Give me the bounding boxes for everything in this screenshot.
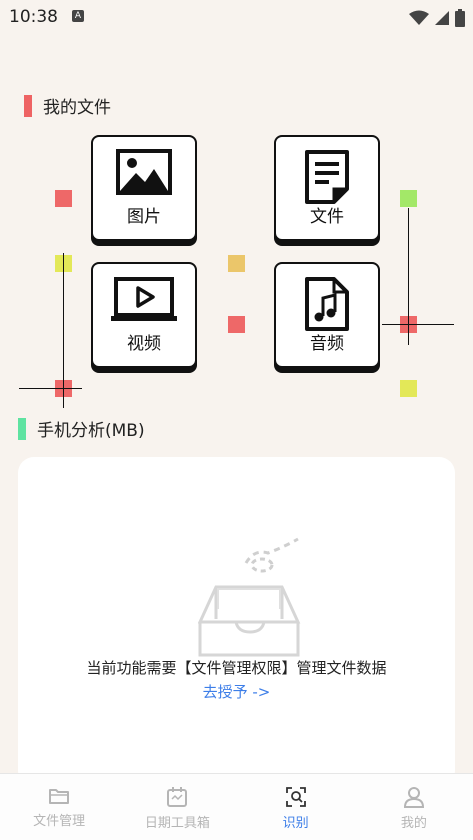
signal-icon [434,10,449,25]
bottom-tab-bar: 文件管理 日期工具箱 识别 我的 [0,773,473,840]
decor-square [55,190,72,207]
my-files-header: 我的文件 [24,93,111,118]
files-label: 文件 [310,207,344,227]
scan-search-icon [285,787,306,807]
videos-tile[interactable]: 视频 [91,262,197,368]
decor-square [228,255,245,272]
tab-file-management[interactable]: 文件管理 [0,774,118,840]
section-accent-bar [24,94,32,117]
image-icon [116,149,172,195]
audio-label: 音频 [310,334,344,354]
storage-analysis-card: 当前功能需要【文件管理权限】管理文件数据 去授予 -> [18,457,455,787]
audio-tile[interactable]: 音频 [274,262,380,368]
permission-message: 当前功能需要【文件管理权限】管理文件数据 [86,659,387,677]
calendar-icon [167,787,188,807]
person-icon [403,787,424,808]
status-bar: 10:38 A [0,0,473,34]
music-icon [305,277,349,331]
decor-line [382,324,454,325]
tab-recognize[interactable]: 识别 [237,774,355,840]
files-tile[interactable]: 文件 [274,135,380,241]
tab-label: 我的 [400,816,427,831]
tab-label: 识别 [282,816,309,831]
empty-box-illustration [198,537,301,657]
clock: 10:38 [9,7,58,27]
phone-analysis-header: 手机分析(MB) [18,416,145,441]
document-icon [305,150,349,204]
decor-square [400,380,417,397]
videos-label: 视频 [127,334,161,354]
tab-label: 文件管理 [33,814,86,829]
decor-square [228,316,245,333]
phone-analysis-title: 手机分析(MB) [37,421,145,441]
video-icon [111,277,177,321]
decor-square [400,190,417,207]
images-label: 图片 [127,207,161,227]
tab-date-toolbox[interactable]: 日期工具箱 [118,774,236,840]
images-tile[interactable]: 图片 [91,135,197,241]
system-icons [408,7,465,27]
decor-line [19,388,82,389]
wifi-icon [408,10,429,25]
notification-icon: A [72,10,84,22]
tab-profile[interactable]: 我的 [355,774,473,840]
section-accent-bar [18,417,26,440]
decor-line [63,253,64,408]
battery-icon [455,8,465,27]
tab-label: 日期工具箱 [144,816,210,831]
grant-permission-link[interactable]: 去授予 -> [18,681,455,702]
my-files-title: 我的文件 [43,98,111,118]
folder-icon [49,789,70,804]
